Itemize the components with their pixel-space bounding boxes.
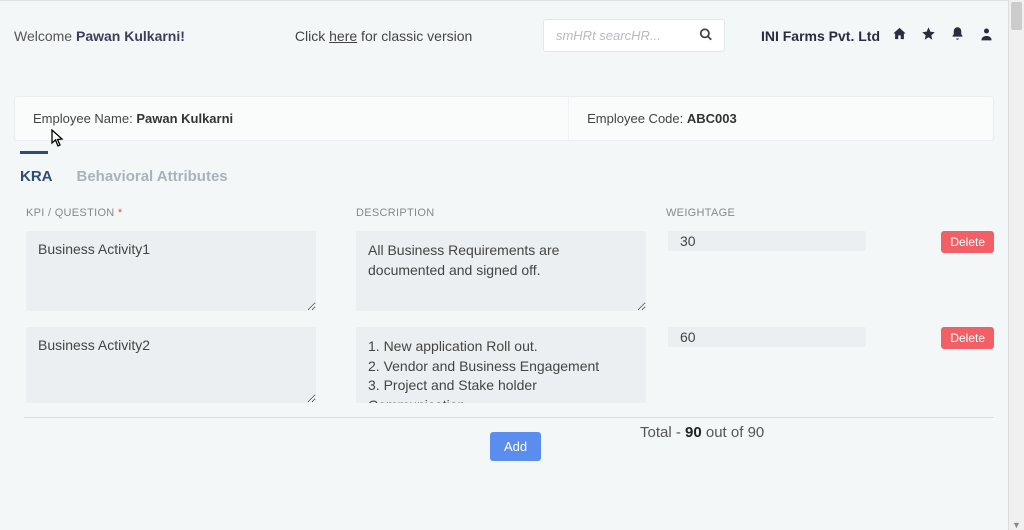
classic-suffix: for classic version [357,28,472,44]
tab-bar: KRA Behavioral Attributes [0,154,1008,195]
employee-info-row: Employee Name: Pawan Kulkarni Employee C… [14,96,994,141]
header-icons [892,26,994,45]
required-asterisk: * [118,207,123,219]
employee-name-label: Employee Name: [33,111,136,126]
kpi-input[interactable] [26,231,316,311]
weightage-input[interactable] [668,327,866,347]
description-input[interactable] [356,327,646,403]
scrollbar-thumb[interactable] [1011,2,1022,30]
classic-version-link[interactable]: here [329,28,357,44]
delete-button[interactable]: Delete [941,327,994,349]
welcome-text: Welcome Pawan Kulkarni! [14,28,185,44]
employee-code-value: ABC003 [687,111,737,126]
column-header-description: DESCRIPTION [356,207,666,219]
classic-version-text: Click here for classic version [295,28,472,44]
vertical-scrollbar[interactable]: ▲ ▼ [1008,0,1024,530]
kra-row: Delete [0,323,1008,415]
tab-behavioral-attributes[interactable]: Behavioral Attributes [77,168,228,185]
delete-button[interactable]: Delete [941,231,994,253]
total-text: Total - 90 out of 90 [640,424,764,441]
company-name: INI Farms Pvt. Ltd [761,28,880,44]
kra-row: Delete [0,227,1008,323]
search-container [543,19,725,52]
description-input[interactable] [356,231,646,311]
user-icon[interactable] [979,26,994,45]
kra-footer: Add Total - 90 out of 90 [0,418,1008,428]
kra-column-headers: KPI / QUESTION * DESCRIPTION WEIGHTAGE [0,195,1008,227]
page-header: Welcome Pawan Kulkarni! Click here for c… [0,1,1008,62]
welcome-prefix: Welcome [14,28,76,44]
bell-icon[interactable] [950,26,965,45]
column-header-kpi-text: KPI / QUESTION [26,207,118,219]
total-value: 90 [685,424,702,441]
column-header-kpi: KPI / QUESTION * [26,207,356,219]
star-icon[interactable] [921,26,936,45]
add-button[interactable]: Add [490,432,541,461]
search-input[interactable] [543,19,725,52]
total-suffix: out of 90 [702,424,765,441]
employee-name-value: Pawan Kulkarni [136,111,233,126]
classic-prefix: Click [295,28,329,44]
weightage-input[interactable] [668,231,866,251]
home-icon[interactable] [892,26,907,45]
employee-code-label: Employee Code: [587,111,687,126]
tab-kra[interactable]: KRA [20,168,53,185]
scroll-down-arrow[interactable]: ▼ [1009,520,1024,530]
total-prefix: Total - [640,424,685,441]
column-header-weightage: WEIGHTAGE [666,207,836,219]
kpi-input[interactable] [26,327,316,403]
search-icon[interactable] [699,27,713,44]
welcome-username: Pawan Kulkarni! [76,28,185,44]
employee-name-cell: Employee Name: Pawan Kulkarni [15,97,568,140]
employee-code-cell: Employee Code: ABC003 [568,97,993,140]
